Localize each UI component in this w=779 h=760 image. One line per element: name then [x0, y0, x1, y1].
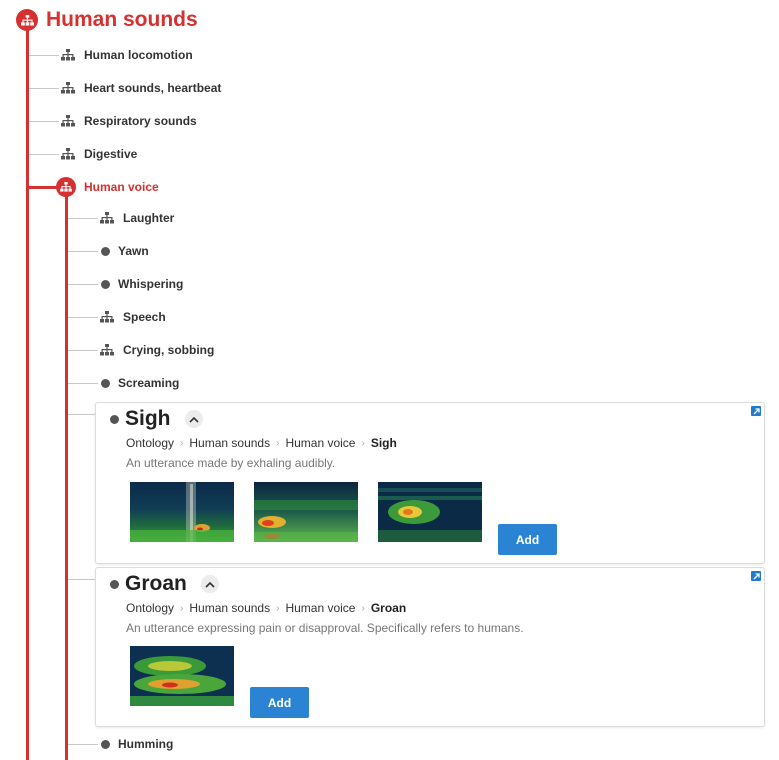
- card-header: Groan: [110, 572, 219, 596]
- connector: [68, 350, 98, 351]
- node-label[interactable]: Crying, sobbing: [123, 343, 214, 357]
- connector: [68, 383, 98, 384]
- connector: [68, 251, 98, 252]
- spectrogram-image[interactable]: [254, 482, 358, 542]
- tree-icon: [100, 212, 114, 224]
- node-yawn[interactable]: Yawn: [101, 242, 149, 260]
- node-label[interactable]: Whispering: [118, 277, 183, 291]
- node-label[interactable]: Human locomotion: [84, 48, 193, 62]
- spectrogram-image[interactable]: [130, 482, 234, 542]
- connector-active: [29, 186, 57, 189]
- node-whispering[interactable]: Whispering: [101, 275, 183, 293]
- chevron-right-icon: ›: [361, 602, 365, 614]
- node-label[interactable]: Human voice: [84, 180, 159, 194]
- external-link-icon[interactable]: [751, 571, 761, 581]
- dot-icon: [101, 246, 110, 256]
- chevron-up-icon: [205, 581, 215, 588]
- connector: [68, 284, 98, 285]
- root-title[interactable]: Human sounds: [46, 8, 198, 32]
- collapse-button[interactable]: [200, 575, 219, 593]
- connector: [29, 55, 59, 56]
- add-button[interactable]: Add: [250, 687, 309, 718]
- breadcrumb-link[interactable]: Ontology: [126, 436, 174, 450]
- connector: [68, 317, 98, 318]
- tree-icon: [56, 177, 76, 197]
- card-sigh: Sigh Ontology › Human sounds › Human voi…: [95, 402, 765, 564]
- external-link-icon[interactable]: [751, 406, 761, 416]
- tree-icon: [61, 49, 75, 61]
- dot-icon: [101, 378, 110, 388]
- spectrogram-image[interactable]: [130, 646, 234, 706]
- node-respiratory-sounds[interactable]: Respiratory sounds: [61, 112, 197, 130]
- breadcrumb: Ontology › Human sounds › Human voice › …: [126, 601, 406, 615]
- node-humming[interactable]: Humming: [101, 735, 173, 753]
- connector: [29, 88, 59, 89]
- tree-line-main: [26, 30, 29, 760]
- card-groan: Groan Ontology › Human sounds › Human vo…: [95, 567, 765, 727]
- card-description: An utterance expressing pain or disappro…: [126, 621, 524, 635]
- card-title: Sigh: [125, 407, 171, 430]
- add-button[interactable]: Add: [498, 524, 557, 555]
- node-laughter[interactable]: Laughter: [100, 209, 174, 227]
- connector: [29, 121, 59, 122]
- breadcrumb-link[interactable]: Human voice: [285, 436, 355, 450]
- chevron-up-icon: [188, 416, 199, 423]
- connector: [68, 579, 95, 580]
- chevron-right-icon: ›: [180, 602, 184, 614]
- dot-icon: [101, 279, 110, 289]
- chevron-right-icon: ›: [276, 602, 280, 614]
- breadcrumb-link[interactable]: Ontology: [126, 601, 174, 615]
- node-label[interactable]: Heart sounds, heartbeat: [84, 81, 221, 95]
- node-label[interactable]: Humming: [118, 737, 173, 751]
- tree-icon: [61, 148, 75, 160]
- node-crying-sobbing[interactable]: Crying, sobbing: [100, 341, 214, 359]
- node-label[interactable]: Digestive: [84, 147, 137, 161]
- node-speech[interactable]: Speech: [100, 308, 166, 326]
- chevron-right-icon: ›: [180, 437, 184, 449]
- connector: [68, 744, 98, 745]
- connector: [29, 154, 59, 155]
- tree-icon: [61, 82, 75, 94]
- tree-line-sub: [65, 196, 68, 760]
- node-label[interactable]: Respiratory sounds: [84, 114, 197, 128]
- chevron-right-icon: ›: [361, 437, 365, 449]
- collapse-button[interactable]: [184, 410, 203, 428]
- node-digestive[interactable]: Digestive: [61, 145, 137, 163]
- node-label[interactable]: Screaming: [118, 376, 179, 390]
- dot-icon: [110, 579, 119, 589]
- root-node[interactable]: Human sounds: [16, 8, 198, 32]
- node-label[interactable]: Yawn: [118, 244, 149, 258]
- card-title: Groan: [125, 572, 187, 595]
- node-human-voice[interactable]: Human voice: [56, 177, 159, 197]
- card-header: Sigh: [110, 407, 203, 431]
- connector: [68, 414, 95, 415]
- tree-icon: [61, 115, 75, 127]
- tree-icon: [16, 9, 38, 31]
- connector: [68, 218, 98, 219]
- tree-icon: [100, 344, 114, 356]
- breadcrumb-link[interactable]: Human sounds: [189, 436, 270, 450]
- breadcrumb-current: Groan: [370, 601, 407, 615]
- spectrogram-image[interactable]: [378, 482, 482, 542]
- node-screaming[interactable]: Screaming: [101, 374, 179, 392]
- dot-icon: [101, 739, 110, 749]
- breadcrumb-link[interactable]: Human voice: [285, 601, 355, 615]
- card-description: An utterance made by exhaling audibly.: [126, 456, 336, 470]
- tree-icon: [100, 311, 114, 323]
- breadcrumb-link[interactable]: Human sounds: [189, 601, 270, 615]
- node-label[interactable]: Speech: [123, 310, 166, 324]
- node-label[interactable]: Laughter: [123, 211, 174, 225]
- dot-icon: [110, 414, 119, 424]
- chevron-right-icon: ›: [276, 437, 280, 449]
- breadcrumb: Ontology › Human sounds › Human voice › …: [126, 436, 397, 450]
- node-human-locomotion[interactable]: Human locomotion: [61, 46, 193, 64]
- breadcrumb-current: Sigh: [370, 436, 397, 450]
- node-heart-sounds[interactable]: Heart sounds, heartbeat: [61, 79, 221, 97]
